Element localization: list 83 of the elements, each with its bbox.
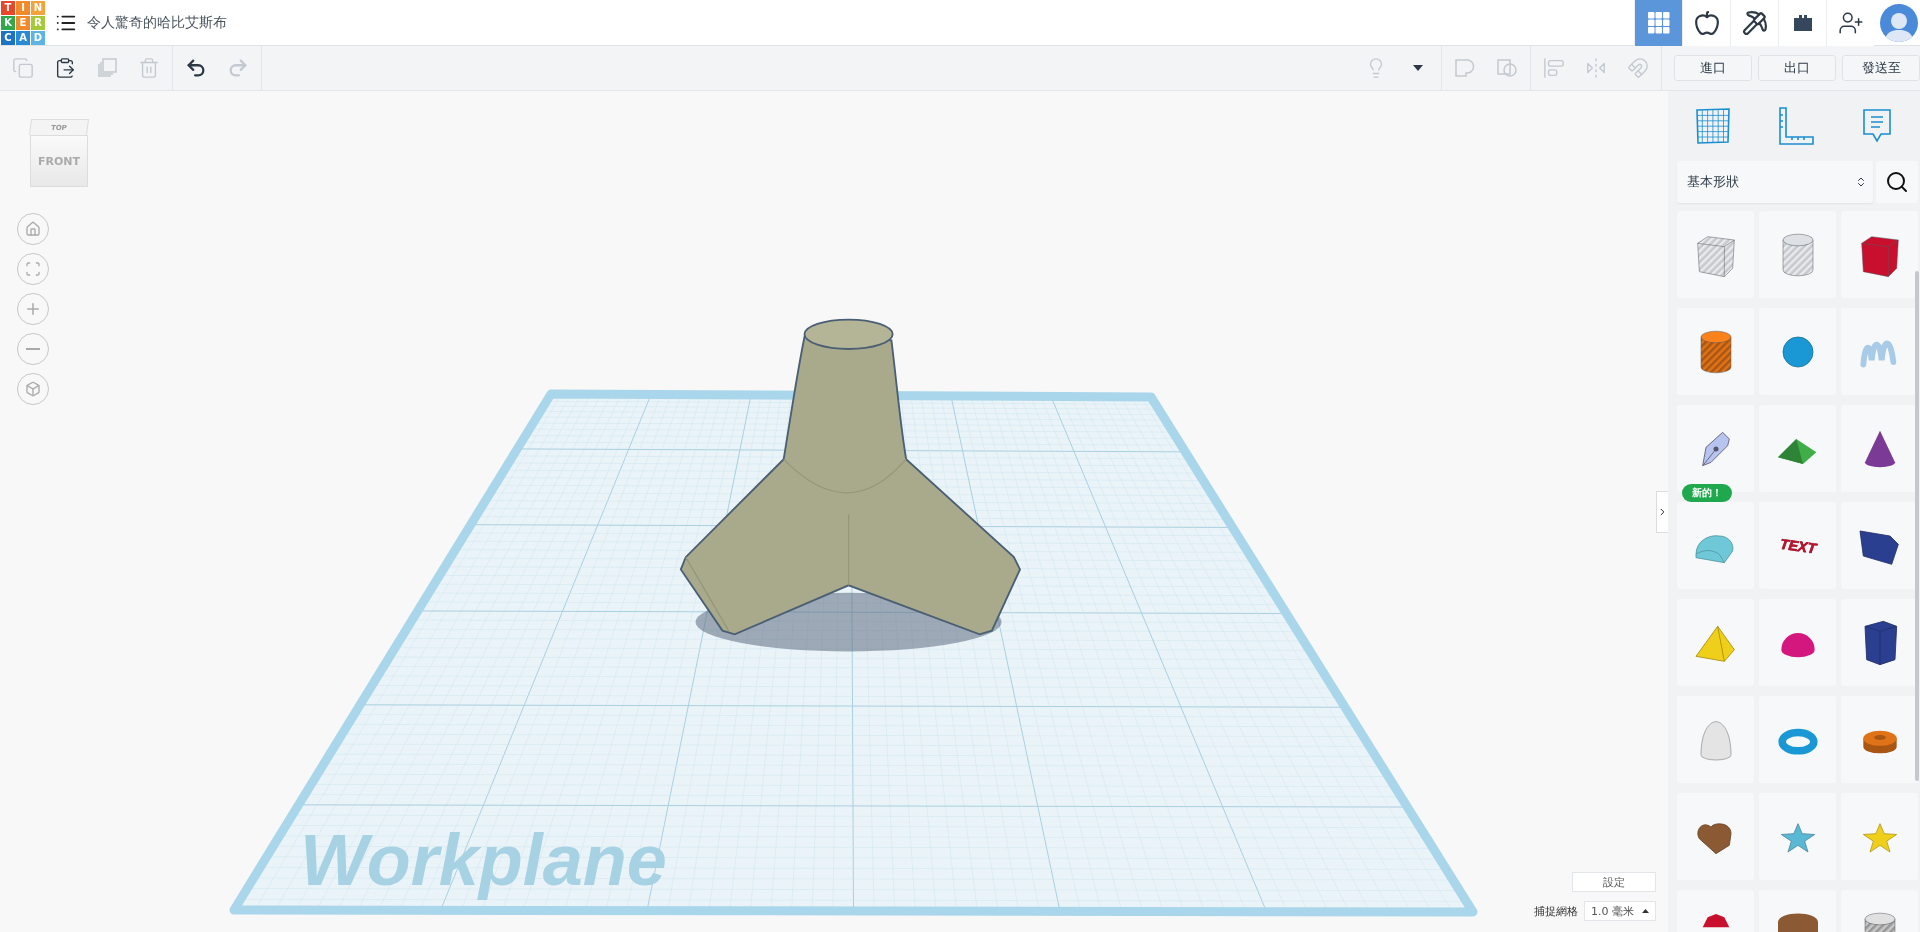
shape-tile[interactable] [1677,308,1754,395]
shape-tile[interactable] [1759,308,1836,395]
fit-icon [25,261,41,277]
plus-icon [24,300,42,318]
logo-letter: R [31,15,45,30]
shape-tile[interactable] [1841,696,1918,783]
shape-tile[interactable] [1759,405,1836,492]
align-icon [1543,57,1565,79]
caret-up-icon [1642,909,1649,913]
scrollbar[interactable] [1915,271,1919,781]
undo-icon [185,57,207,79]
pickaxe-tab[interactable] [1730,0,1778,46]
notes-tool-button[interactable] [1860,108,1893,144]
shape-tile[interactable] [1841,308,1918,395]
grid-icon [1695,108,1732,144]
cube-icon [25,381,41,397]
mirror-icon [1585,57,1607,79]
zoom-in-button[interactable] [17,293,49,325]
shape-tile[interactable] [1677,793,1754,880]
design-title: 令人驚奇的哈比艾斯布 [87,13,227,32]
caret-icon [1413,65,1423,71]
perspective-button[interactable] [17,373,49,405]
logo-letter: E [16,15,30,30]
snap-grid-select[interactable]: 1.0 毫米 [1584,901,1656,921]
settings-button[interactable]: 設定 [1572,872,1656,892]
shape-tile[interactable] [1677,211,1754,298]
toolbar-action-button[interactable]: 出口 [1758,55,1836,81]
shape-tile[interactable] [1759,599,1836,686]
paste-icon [54,57,76,79]
duplicate-icon [96,57,118,79]
minus-icon [26,348,40,350]
pickaxe-icon [1741,9,1768,36]
shape-tile[interactable] [1759,211,1836,298]
logo-letter: N [31,0,45,15]
shape-tile[interactable] [1759,793,1836,880]
avatar[interactable] [1880,3,1918,42]
copy-icon [12,57,34,79]
shape-tile[interactable] [1677,502,1754,589]
shape-tile[interactable] [1841,405,1918,492]
shape-category-select[interactable]: 基本形狀 [1677,161,1873,203]
apple-icon [1693,9,1720,36]
text-shape-icon: TEXT [1772,520,1823,571]
home-icon [25,221,41,237]
snap-grid-label: 捕捉網格 [1534,903,1578,919]
shape-tile[interactable] [1841,502,1918,589]
brick-tab[interactable] [1778,0,1826,46]
shape-tile[interactable] [1841,211,1918,298]
magnet-icon [1627,57,1649,79]
grid-icon [1647,11,1670,34]
new-badge: 新的！ [1682,484,1732,502]
ruler-icon [1778,107,1814,145]
zoom-out-button[interactable] [17,333,49,365]
redo-icon [227,57,249,79]
toolbar-action-button[interactable]: 發送至 [1842,55,1920,81]
shape-tile[interactable] [1759,696,1836,783]
fit-view-button[interactable] [17,253,49,285]
shape-tile[interactable] [1841,793,1918,880]
group-icon [1454,57,1476,79]
toolbar-action-button[interactable]: 進口 [1674,55,1752,81]
workplane-tool-button[interactable] [1695,108,1732,144]
search-icon [1885,170,1909,194]
shape-tile[interactable] [1677,696,1754,783]
logo-letter: K [1,15,15,30]
add-user-tab[interactable] [1826,0,1874,46]
logo[interactable]: T I N K E R C A D [1,0,45,45]
shape-tile[interactable] [1677,599,1754,686]
logo-letter: A [16,30,30,45]
ruler-tool-button[interactable] [1778,107,1814,145]
logo-letter: D [31,30,45,45]
logo-letter: T [1,0,15,15]
delete-icon [138,57,160,79]
panel-collapse-button[interactable] [1656,491,1668,533]
search-button[interactable] [1876,161,1918,203]
apple-tab[interactable] [1682,0,1730,46]
logo-letter: I [16,0,30,15]
shape-tile[interactable] [1841,599,1918,686]
shape-tile[interactable]: TEXT [1759,502,1836,589]
up-down-icon [1855,176,1867,188]
speech-bubble-icon [1860,108,1893,144]
logo-letter: C [1,30,15,45]
home-view-button[interactable] [17,213,49,245]
ungroup-icon [1496,57,1518,79]
workplane-label: Workplane [300,820,667,900]
